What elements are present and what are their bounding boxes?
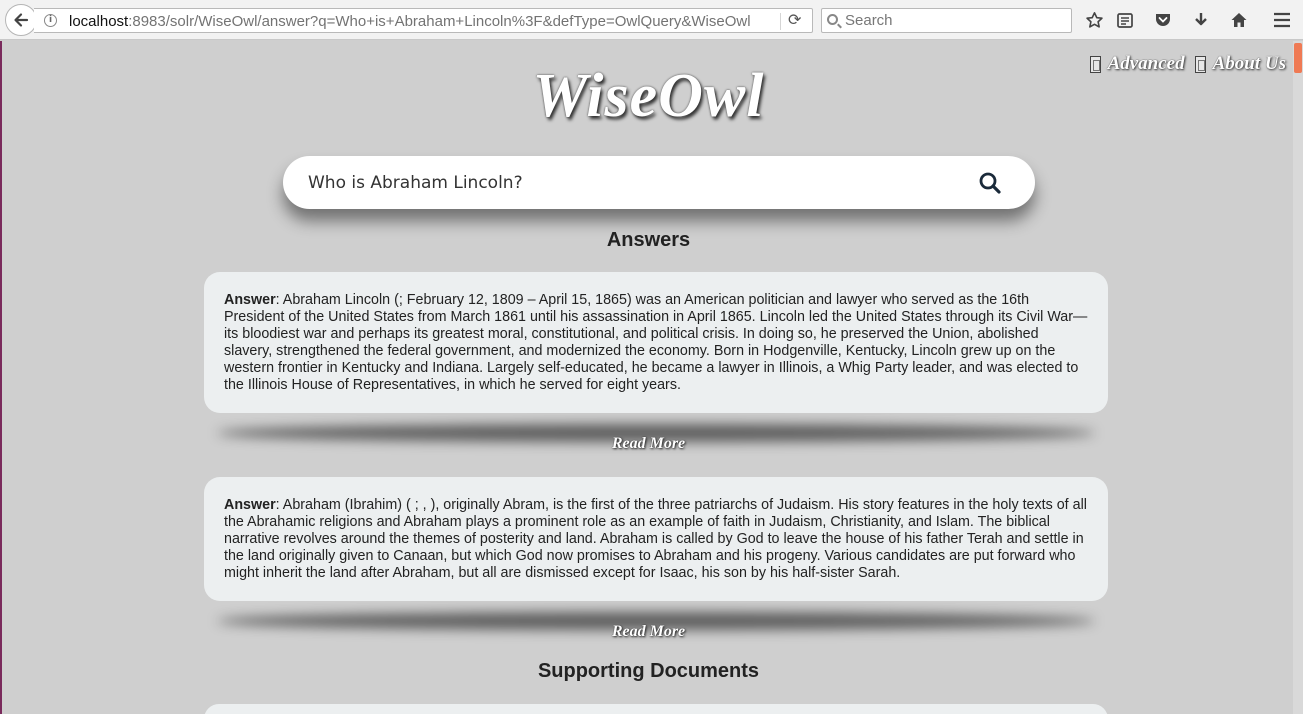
search-icon [827,14,838,25]
scrollbar-thumb[interactable] [1294,43,1302,73]
site-logo[interactable]: WiseOwl [2,61,1293,132]
home-icon[interactable] [1228,9,1250,31]
answers-heading: Answers [606,229,691,251]
menu-icon[interactable] [1271,9,1293,31]
scrollbar[interactable] [1293,41,1303,714]
browser-toolbar: i localhost:8983/solr/WiseOwl/answer?q=W… [0,0,1303,40]
reload-icon[interactable]: ⟳ [788,10,801,29]
search-box [283,156,1035,209]
answer-card: Answer: Abraham Lincoln (; February 12, … [204,272,1108,413]
search-button[interactable] [977,170,1003,196]
read-more-link[interactable]: Read More [2,623,1293,641]
document-card [204,704,1108,714]
back-button[interactable] [5,4,37,36]
url-text[interactable]: localhost:8983/solr/WiseOwl/answer?q=Who… [69,13,755,30]
answer-text: : Abraham (Ibrahim) ( ; , ), originally … [224,497,1087,581]
browser-search-bar[interactable]: Search [821,8,1072,33]
answer-text: : Abraham Lincoln (; February 12, 1809 –… [224,292,1088,393]
download-icon[interactable] [1190,9,1212,31]
answer-label: Answer [224,497,276,513]
search-icon [979,172,1001,194]
page-content: Advanced About Us WiseOwl Answers Answer… [0,41,1293,714]
back-arrow-icon [14,13,29,27]
answer-card: Answer: Abraham (Ibrahim) ( ; , ), origi… [204,477,1108,601]
search-input[interactable] [308,170,948,196]
pocket-icon[interactable] [1152,9,1174,31]
address-bar[interactable]: i localhost:8983/solr/WiseOwl/answer?q=W… [34,8,813,33]
url-divider [780,13,781,30]
answer-label: Answer [224,292,276,308]
browser-search-placeholder: Search [845,12,893,29]
read-more-link[interactable]: Read More [2,435,1293,453]
reading-list-icon[interactable] [1114,9,1136,31]
info-icon[interactable]: i [44,14,57,27]
bookmark-star-icon[interactable] [1083,9,1105,31]
supporting-documents-heading: Supporting Documents [537,660,760,682]
